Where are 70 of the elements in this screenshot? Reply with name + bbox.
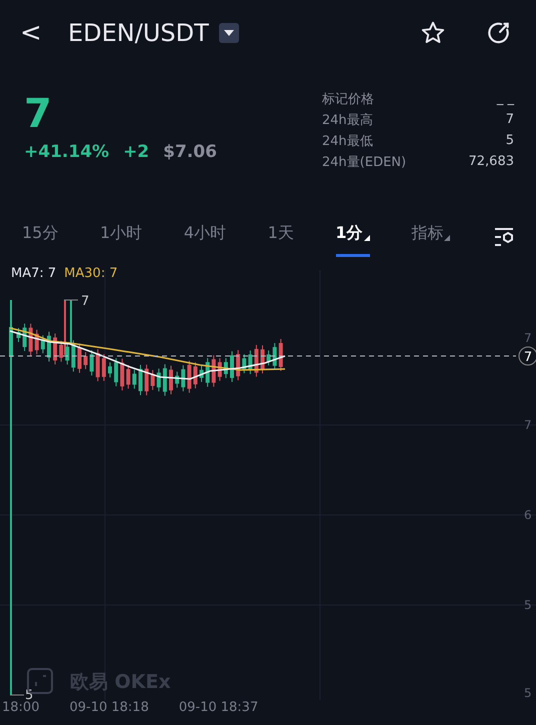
candle [150,370,155,390]
change-amount: +2 [123,142,150,162]
chart-settings-icon[interactable] [492,226,516,248]
candle [16,328,20,342]
interval-tab[interactable]: 指标 [411,217,450,257]
interval-tab[interactable]: 4小时 [184,217,226,257]
candle [242,354,246,374]
candle [102,354,106,381]
axis-label: 5 [524,598,532,612]
candle [78,344,82,373]
share-icon[interactable] [486,20,512,46]
candle [90,350,94,376]
change-percent: +41.14% [24,142,110,162]
candle [132,370,136,389]
stat-value: 7 [506,112,514,127]
axis-label: 7 [524,331,532,345]
time-label: 18:00 [2,700,40,715]
candle [224,358,228,378]
time-label: 09-10 18:37 [178,700,258,715]
back-button[interactable]: < [20,18,50,48]
candle [187,360,192,393]
candle [138,364,142,396]
stat-value: 72,683 [468,154,514,169]
candle [169,366,173,394]
candle [260,345,264,374]
interval-tab[interactable]: 1天 [268,217,294,257]
candle [200,366,204,382]
candle [278,339,283,371]
candle [126,365,130,389]
candle [181,365,186,392]
caret-icon [444,235,450,241]
candle [108,362,112,378]
stat-label: 24h量(EDEN) [322,154,406,170]
candle [120,358,124,390]
stat-label: 24h最高 [322,112,373,128]
stat-label: 标记价格 [322,90,374,108]
high-marker: 7 [81,294,90,309]
candle [193,362,198,388]
candle [96,349,100,382]
candle [230,351,234,382]
ma7-label: MA7: 7 [11,266,56,281]
interval-tab[interactable]: 1分 [336,217,370,257]
candle [84,352,88,370]
caret-icon [364,235,370,241]
candle [47,332,51,362]
time-label: 09-10 18:18 [69,700,149,715]
candle [272,343,277,370]
candle [34,330,39,354]
axis-label: 5 [524,686,532,700]
dropdown-icon[interactable] [218,23,239,43]
candle [218,358,222,381]
axis-label: 7 [524,418,532,432]
interval-tab[interactable]: 15分 [22,217,58,257]
candle [28,324,33,356]
axis-label: 6 [524,508,532,522]
pair-title[interactable]: EDEN/USDT [68,19,209,47]
candle [206,358,210,387]
candle [266,350,271,366]
stat-value: _ _ [496,91,514,106]
low-leader-line [10,694,24,696]
ma30-label: MA30: 7 [64,266,118,281]
last-price: 7 [24,90,53,138]
usd-price: $7.06 [163,142,217,162]
interval-tab[interactable]: 1小时 [100,217,142,257]
current-price-label: 7 [524,350,532,365]
star-icon[interactable] [420,20,446,46]
candle [40,335,45,354]
stat-label: 24h最低 [322,132,373,150]
stat-value: 5 [506,133,514,148]
candle [114,358,118,386]
